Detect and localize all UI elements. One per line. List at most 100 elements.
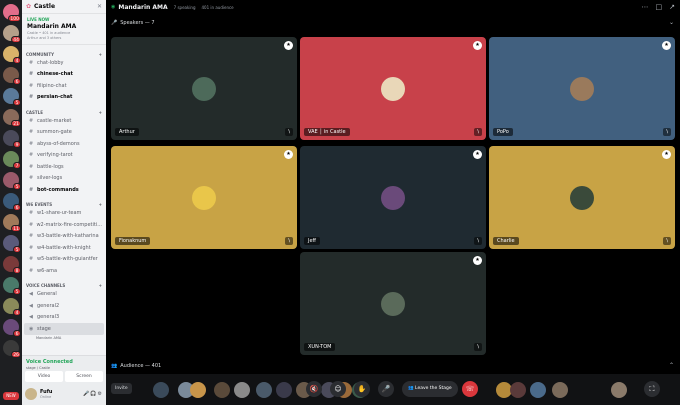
- avatar: [381, 291, 405, 316]
- channel-item[interactable]: # w4-battle-with-knight: [22, 242, 106, 254]
- screen-icon[interactable]: □: [656, 3, 663, 11]
- add-channel-icon[interactable]: +: [99, 52, 102, 57]
- channel-label: chat-lobby: [37, 59, 64, 66]
- speaker-tile[interactable]: Arthur ★ ∖: [111, 37, 297, 140]
- add-channel-icon[interactable]: +: [99, 202, 102, 207]
- channel-item[interactable]: # w5-battle-with-guiantfer: [22, 254, 106, 266]
- server-icon[interactable]: 26: [3, 340, 21, 358]
- channel-item[interactable]: # w1-share-ur-team: [22, 208, 106, 220]
- audience-avatar[interactable]: [276, 382, 292, 398]
- channel-item[interactable]: # w3-battle-with-katharina: [22, 231, 106, 243]
- server-icon[interactable]: 6: [3, 67, 21, 85]
- server-icon[interactable]: 100: [3, 4, 21, 22]
- audience-avatar[interactable]: [214, 382, 230, 398]
- audience-avatar[interactable]: [510, 382, 526, 398]
- mic-off-icon[interactable]: 🎤: [378, 381, 394, 397]
- channel-icon: ◀: [29, 314, 33, 321]
- channel-icon: #: [29, 210, 34, 217]
- leave-stage-button[interactable]: 👥 Leave the Stage: [402, 381, 458, 397]
- unread-badge: 5: [13, 99, 21, 106]
- category-name: CASTLE: [26, 109, 43, 115]
- channel-item[interactable]: # bot-commands: [22, 184, 106, 196]
- server-header[interactable]: ✿ Castle ✕: [22, 0, 106, 14]
- channel-item[interactable]: # persian-chat: [22, 92, 106, 104]
- fullscreen-icon[interactable]: ⛶: [644, 381, 660, 397]
- server-icon[interactable]: 7: [3, 151, 21, 169]
- server-icon[interactable]: 21: [3, 109, 21, 127]
- server-icon[interactable]: 5: [3, 88, 21, 106]
- add-channel-icon[interactable]: +: [99, 283, 102, 288]
- channel-item[interactable]: ◀ General: [22, 289, 106, 301]
- audience-avatar[interactable]: [552, 382, 568, 398]
- stage-channel-item[interactable]: ◉ stage: [24, 323, 104, 335]
- add-channel-icon[interactable]: +: [99, 110, 102, 115]
- live-event-card[interactable]: LIVE NOW Mandarin AMA Castle • 401 in au…: [22, 14, 106, 45]
- chevron-down-icon[interactable]: ⌄: [669, 19, 674, 26]
- avatar[interactable]: [25, 388, 37, 400]
- channel-label: general2: [37, 302, 60, 309]
- request-speak-icon[interactable]: ✋: [354, 381, 370, 397]
- server-icon[interactable]: 5: [3, 235, 21, 253]
- speaker-tile[interactable]: VAE │ in Castle ★ ∖: [300, 37, 486, 140]
- channel-item[interactable]: # silver-logs: [22, 173, 106, 185]
- speaker-name: XUN-TOM: [304, 343, 336, 351]
- screen-share-button[interactable]: Screen: [65, 371, 103, 382]
- popout-icon[interactable]: ↗: [669, 3, 675, 11]
- server-icon[interactable]: 5: [3, 277, 21, 295]
- channel-item[interactable]: ◀ general3: [22, 312, 106, 324]
- channel-item[interactable]: # chinese-chat: [22, 69, 106, 81]
- audience-avatar[interactable]: [190, 382, 206, 398]
- mic-muted-icon: ∖: [474, 128, 482, 136]
- invite-button[interactable]: Invite: [111, 383, 132, 394]
- disconnect-icon[interactable]: ☏: [462, 381, 478, 397]
- audience-avatar[interactable]: [256, 382, 272, 398]
- server-icon[interactable]: 44: [3, 25, 21, 43]
- mute-icon[interactable]: 🔇: [306, 381, 322, 397]
- audience-avatar[interactable]: [611, 382, 627, 398]
- channel-label: abyss-of-demons: [37, 140, 80, 147]
- channel-sidebar: ✿ Castle ✕ LIVE NOW Mandarin AMA Castle …: [22, 0, 106, 405]
- chevron-up-icon[interactable]: ⌃: [669, 362, 674, 369]
- emoji-icon[interactable]: ☺: [330, 381, 346, 397]
- audience-avatar[interactable]: [234, 382, 250, 398]
- channel-icon: #: [29, 59, 34, 66]
- speaker-tile[interactable]: XUN-TOM ★ ∖: [300, 252, 486, 355]
- speaker-tile[interactable]: Jeff ★ ∖: [300, 146, 486, 249]
- moderator-icon: ★: [473, 256, 482, 265]
- speaker-tile[interactable]: Charlie ★ ∖: [489, 146, 675, 249]
- channel-item[interactable]: # summon-gate: [22, 127, 106, 139]
- channel-item[interactable]: # chat-lobby: [22, 57, 106, 69]
- server-icon[interactable]: 8: [3, 256, 21, 274]
- channel-item[interactable]: ◀ general2: [22, 300, 106, 312]
- channel-label: w6-ama: [37, 267, 58, 274]
- server-icon[interactable]: 6: [3, 193, 21, 211]
- audience-avatar[interactable]: [153, 382, 169, 398]
- server-icon[interactable]: 5: [3, 172, 21, 190]
- server-icon[interactable]: 4: [3, 298, 21, 316]
- stage-header: ◉ Mandarin AMA 7 speaking 401 in audienc…: [106, 0, 680, 14]
- speaker-tile[interactable]: Fionaknum ★ ∖: [111, 146, 297, 249]
- channel-item[interactable]: # filipino-chat: [22, 80, 106, 92]
- server-icon[interactable]: 9: [3, 130, 21, 148]
- channel-item[interactable]: # verifying-tarot: [22, 150, 106, 162]
- moderator-icon: ★: [284, 41, 293, 50]
- channel-item[interactable]: # battle-logs: [22, 161, 106, 173]
- channel-item[interactable]: # w6-ama: [22, 265, 106, 277]
- server-icon[interactable]: 11: [3, 214, 21, 232]
- server-icon[interactable]: 6: [3, 319, 21, 337]
- channel-item[interactable]: # w2-matrix-fire-competiti...: [22, 219, 106, 231]
- more-icon[interactable]: ⋯: [642, 3, 649, 11]
- channel-item[interactable]: # castle-market: [22, 115, 106, 127]
- speaker-name: Jeff: [304, 237, 320, 245]
- server-icon[interactable]: 4: [3, 46, 21, 64]
- close-icon[interactable]: ✕: [97, 3, 102, 10]
- category-name: W6 EVENTS: [26, 202, 53, 207]
- channel-icon: #: [29, 256, 34, 263]
- audience-avatar[interactable]: [530, 382, 546, 398]
- speaker-tile[interactable]: PoPo ★ ∖: [489, 37, 675, 140]
- speakers-header: 🎤 Speakers — 7: [111, 20, 155, 26]
- user-controls-icon[interactable]: 🎤🎧⚙: [83, 391, 103, 397]
- channel-item[interactable]: # abyss-of-demons: [22, 138, 106, 150]
- new-badge[interactable]: NEW: [3, 392, 19, 400]
- video-button[interactable]: Video: [25, 371, 63, 382]
